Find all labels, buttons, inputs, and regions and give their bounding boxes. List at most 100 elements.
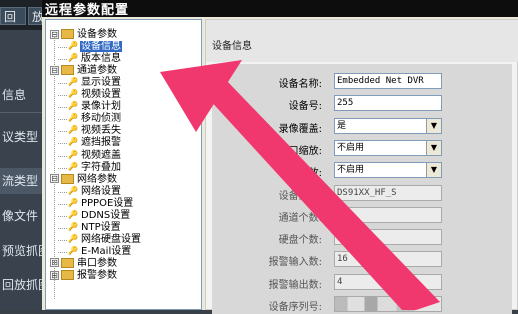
tree-label: 视频遮盖 [81,149,121,161]
tree-item[interactable]: 🔑 E-Mail设置 [68,246,132,258]
text-input[interactable]: 255 [334,95,442,112]
tree-label: 版本信息 [81,53,121,65]
readonly-field: DS91XX_HF_S [334,184,442,201]
tree-label: E-Mail设置 [81,245,132,257]
tree-folder[interactable]: ⊞ 报警参数 [50,270,118,282]
tree-item[interactable]: 🔑 视频设置 [68,89,122,101]
chevron-down-icon[interactable]: ▼ [426,163,441,178]
background-item-preview-capture[interactable]: 预览抓图 [0,238,42,264]
device-info-form: 设备名称: Embedded Net DVR 设备号: 255 录像覆盖: 是 ▼ 主口缩放:… [212,64,512,314]
background-item-record-file[interactable]: 像文件 [0,203,42,229]
readonly-field: 16 [334,206,442,223]
dropdown-select[interactable]: 不启用 ▼ [334,162,442,179]
tree-item[interactable]: 🔑 网络设置 [68,186,122,198]
tree-label: 视频设置 [81,89,121,101]
field-label: 报警输入数: [268,257,322,269]
background-toolbar-button-2[interactable]: 放 [28,7,44,25]
tree-folder[interactable]: ⊞ 串口参数 [50,257,118,270]
tree-label: 设备参数 [77,29,117,40]
field-label: 通道个数: [278,212,322,224]
tree-label: 网络硬盘设置 [81,233,141,245]
tree-label: 报警参数 [77,270,117,281]
remote-config-dialog: 远程参数配置 ⊟ 设备参数 🔑 设备信息 🔑 版本信息 ⊟ 通道参数 🔑 显示设置 🔑 视频设置 🔑 录像… [42,0,518,314]
tree-folder[interactable]: ⊟ 网络参数 [50,173,118,186]
tree-connector [58,203,67,205]
dialog-title: 远程参数配置 [45,3,130,18]
field-label: 辅口缩放: [278,168,322,180]
chevron-down-icon[interactable]: ▼ [426,118,441,133]
tree-label: 视频丢失 [81,125,121,137]
chevron-down-icon[interactable]: ▼ [426,140,441,155]
key-icon: 🔑 [68,137,78,147]
tree-item[interactable]: 🔑 设备信息 [68,41,122,53]
key-icon: 🔑 [68,185,78,195]
key-icon: 🔑 [68,149,78,159]
tree-connector [58,191,67,193]
field-value: DS91XX_HF_S [337,187,397,198]
parameter-tree: ⊟ 设备参数 🔑 设备信息 🔑 版本信息 ⊟ 通道参数 🔑 显示设置 🔑 视频设置 🔑 录像计划 🔑 移动侦测… [45,19,202,310]
field-label: 设备名称: [278,79,322,90]
tree-item[interactable]: 🔑 显示设置 [68,77,122,89]
background-app-sidebar: 回 放 信息 议类型 流类型 像文件 预览抓图 回放抓图 [0,0,44,310]
tree-label: 录像计划 [81,101,121,113]
tree-item[interactable]: 🔑 移动侦测 [68,113,122,125]
tree-item[interactable]: 🔑 字符叠加 [68,162,122,174]
dropdown-select[interactable]: 是 ▼ [334,117,442,134]
key-icon: 🔑 [68,125,78,135]
panel-title: 设备信息 [212,41,252,52]
tree-item[interactable]: 🔑 PPPOE设置 [68,198,134,210]
tree-folder[interactable]: ⊟ 通道参数 [50,65,118,77]
background-toolbar-button[interactable]: 回 [0,7,26,25]
tree-item[interactable]: 🔑 网络硬盘设置 [68,234,142,246]
tree-folder[interactable]: ⊟ 设备参数 [50,29,118,41]
tree-connector [58,95,67,97]
key-icon: 🔑 [68,161,78,171]
key-icon: 🔑 [68,53,78,63]
tree-item[interactable]: 🔑 遮挡报警 [68,137,122,149]
tree-label: 串口参数 [77,257,117,269]
text-input[interactable]: Embedded Net DVR [334,73,442,89]
key-icon: 🔑 [68,209,78,219]
tree-connector [58,59,67,61]
tree-connector [58,227,67,229]
field-value: 不启用 [337,142,365,153]
tree-item[interactable]: 🔑 录像计划 [68,101,122,113]
field-label: 硬盘个数: [278,235,322,247]
field-label: 设备序列号: [268,302,322,313]
field-label: 录像覆盖: [278,123,322,135]
tree-connector [58,239,67,241]
tree-item[interactable]: 🔑 版本信息 [68,53,122,65]
field-value: 4 [337,276,343,287]
tree-item[interactable]: 🔑 NTP设置 [68,222,122,234]
key-icon: 🔑 [68,233,78,243]
field-label: 报警输出数: [268,279,322,291]
readonly-field: 4 [334,273,442,290]
background-item-protocol[interactable]: 议类型 [0,124,42,150]
background-item-playback-capture[interactable]: 回放抓图 [0,272,42,298]
folder-icon [61,270,74,280]
tree-item[interactable]: 🔑 视频遮盖 [68,150,122,162]
tree-label: 字符叠加 [81,161,121,173]
background-item-stream[interactable]: 流类型 [0,168,42,194]
key-icon: 🔑 [68,77,78,87]
tree-label: 设备信息 [80,41,122,53]
background-item-info[interactable]: 信息 [0,82,42,108]
dialog-titlebar[interactable]: 远程参数配置 [42,0,518,18]
tree-connector [58,155,67,157]
tree-item[interactable]: 🔑 视频丢失 [68,125,122,137]
tree-item[interactable]: 🔑 DDNS设置 [68,210,131,222]
tree-connector [58,107,67,109]
tree-connector [58,215,67,217]
tree-label: 通道参数 [77,65,117,77]
tree-label: NTP设置 [81,221,121,233]
field-value: Embedded Net DVR [337,76,424,86]
field-label: 设备号: [288,101,322,113]
tree-label: 显示设置 [81,77,121,89]
field-label: 设备型号: [278,190,322,202]
tree-connector [58,131,67,133]
folder-icon [61,65,74,76]
readonly-field: 16 [334,251,442,268]
dropdown-select[interactable]: 不启用 ▼ [334,139,442,156]
key-icon: 🔑 [68,89,78,99]
tree-label: 遮挡报警 [81,137,121,149]
